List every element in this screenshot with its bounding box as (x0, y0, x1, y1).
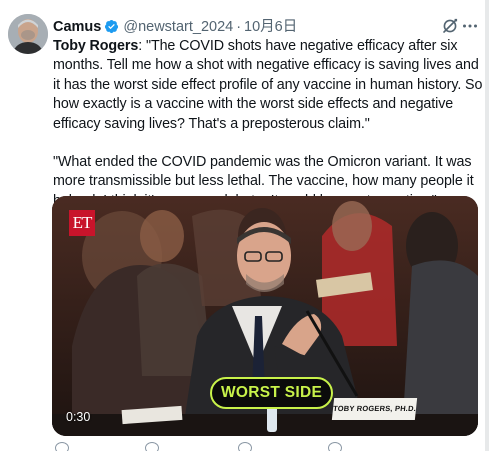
tweet-card[interactable]: Camus @newstart_2024 · 10月6日 Toby Rogers: "… (0, 0, 485, 451)
column-border (485, 0, 489, 451)
speaker-nameplate: TOBY ROGERS, PH.D. (331, 398, 418, 420)
action-bar (53, 442, 475, 451)
video-player[interactable]: ET WORST SIDE TOBY ROGERS, PH.D. 0:30 (52, 196, 478, 436)
tweet-text: Toby Rogers: "The COVID shots have negat… (53, 37, 483, 211)
tweet-date[interactable]: 10月6日 (244, 19, 297, 35)
avatar[interactable] (8, 14, 48, 54)
retweet-icon[interactable] (145, 442, 159, 451)
more-icon[interactable] (461, 17, 479, 35)
et-logo: ET (69, 210, 95, 236)
author-handle[interactable]: @newstart_2024 (123, 19, 233, 35)
speaker-name: Toby Rogers (53, 38, 139, 54)
video-duration: 0:30 (66, 410, 91, 424)
video-caption: WORST SIDE (210, 377, 334, 409)
author-name[interactable]: Camus (53, 19, 101, 35)
views-icon[interactable] (328, 442, 342, 451)
separator-dot: · (236, 19, 242, 35)
grok-icon[interactable] (441, 17, 459, 35)
tweet-header: Camus @newstart_2024 · 10月6日 (53, 17, 475, 37)
tweet-paragraph-1: Toby Rogers: "The COVID shots have negat… (53, 37, 483, 134)
like-icon[interactable] (238, 442, 252, 451)
reply-icon[interactable] (55, 442, 69, 451)
